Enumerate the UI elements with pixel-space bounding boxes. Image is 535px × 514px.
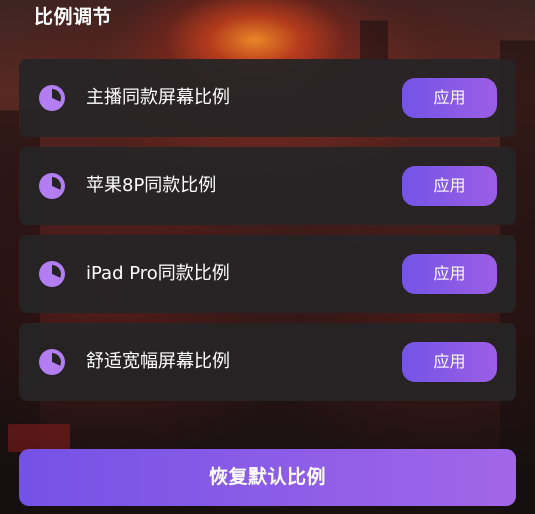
section-title: 比例调节 [34, 6, 113, 28]
apply-button[interactable]: 应用 [402, 254, 497, 294]
preset-card-iphone-8p: 苹果8P同款比例 应用 [19, 147, 516, 225]
preset-label: 苹果8P同款比例 [86, 175, 217, 196]
preset-card-ipad-pro: iPad Pro同款比例 应用 [19, 235, 516, 313]
preset-label: iPad Pro同款比例 [86, 263, 230, 284]
preset-card-widescreen: 舒适宽幅屏幕比例 应用 [19, 323, 516, 401]
background-tower [360, 20, 388, 61]
background-sign [8, 424, 70, 452]
preset-label: 主播同款屏幕比例 [86, 87, 230, 108]
apply-button[interactable]: 应用 [402, 78, 497, 118]
restore-default-button[interactable]: 恢复默认比例 [19, 449, 516, 506]
pie-chart-icon [39, 261, 65, 287]
pie-chart-icon [39, 173, 65, 199]
pie-chart-icon [39, 85, 65, 111]
pie-chart-icon [39, 349, 65, 375]
apply-button[interactable]: 应用 [402, 342, 497, 382]
apply-button[interactable]: 应用 [402, 166, 497, 206]
preset-card-streamer: 主播同款屏幕比例 应用 [19, 59, 516, 137]
preset-label: 舒适宽幅屏幕比例 [86, 351, 230, 372]
